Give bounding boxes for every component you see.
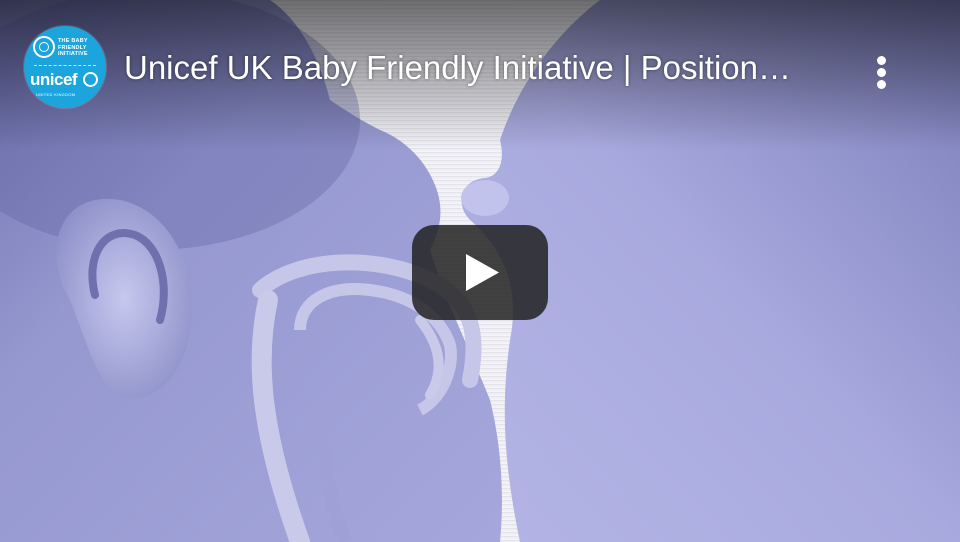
avatar-brand-text: unicef	[30, 70, 78, 89]
more-options-button[interactable]	[860, 48, 904, 96]
play-button[interactable]	[412, 225, 548, 320]
video-title[interactable]: Unicef UK Baby Friendly Initiative | Pos…	[124, 46, 834, 90]
avatar-subtitle: UNITED KINGDOM	[36, 92, 76, 97]
avatar-divider	[34, 65, 96, 66]
video-player[interactable]: THE BABY FRIENDLY INITIATIVE unicef UNIT…	[0, 0, 960, 542]
unicef-globe-icon	[83, 72, 98, 87]
channel-avatar[interactable]: THE BABY FRIENDLY INITIATIVE unicef UNIT…	[24, 26, 106, 108]
more-vertical-icon	[877, 56, 886, 65]
baby-friendly-logo-icon	[33, 36, 55, 58]
avatar-tagline: THE BABY FRIENDLY INITIATIVE	[58, 38, 88, 57]
